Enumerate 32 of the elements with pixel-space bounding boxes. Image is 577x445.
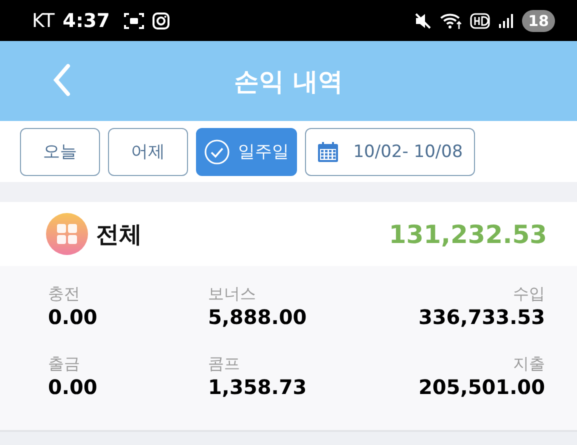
hd-icon	[470, 12, 490, 28]
date-range-button[interactable]: 10/02- 10/08	[305, 128, 475, 176]
stat-value: 1,358.73	[208, 375, 308, 399]
stat-value: 5,888.00	[208, 305, 308, 329]
signal-icon	[498, 12, 514, 28]
screenshot-icon	[124, 12, 144, 30]
stat-label: 수입	[513, 284, 545, 305]
page-title: 손익 내역	[234, 66, 343, 98]
period-tab[interactable]: 일주일	[196, 128, 297, 176]
back-button[interactable]	[52, 63, 72, 97]
stat-label: 지출	[513, 354, 545, 375]
stat-label: 보너스	[208, 284, 257, 305]
stat-value: 0.00	[48, 375, 98, 399]
stat-value: 205,501.00	[418, 375, 545, 399]
stat-value: 0.00	[48, 305, 98, 329]
total-amount: 131,232.53	[388, 220, 547, 248]
battery-level: 18	[522, 10, 555, 32]
stat-label: 콤프	[208, 354, 241, 375]
camera-icon	[152, 12, 170, 30]
carrier-name: KT	[32, 10, 55, 32]
wifi-icon	[440, 12, 462, 30]
period-tab[interactable]: 어제	[108, 128, 188, 176]
check-circle-icon	[204, 138, 230, 164]
grid-icon	[44, 213, 90, 255]
clock-time: 4:37	[62, 10, 110, 32]
stat-value: 336,733.53	[418, 305, 545, 329]
calendar-icon	[317, 140, 340, 162]
total-label: 전체	[96, 220, 142, 250]
mute-icon	[414, 12, 432, 30]
stat-label: 출금	[48, 354, 81, 375]
period-tab[interactable]: 오늘	[20, 128, 100, 176]
stat-label: 충전	[48, 284, 81, 305]
